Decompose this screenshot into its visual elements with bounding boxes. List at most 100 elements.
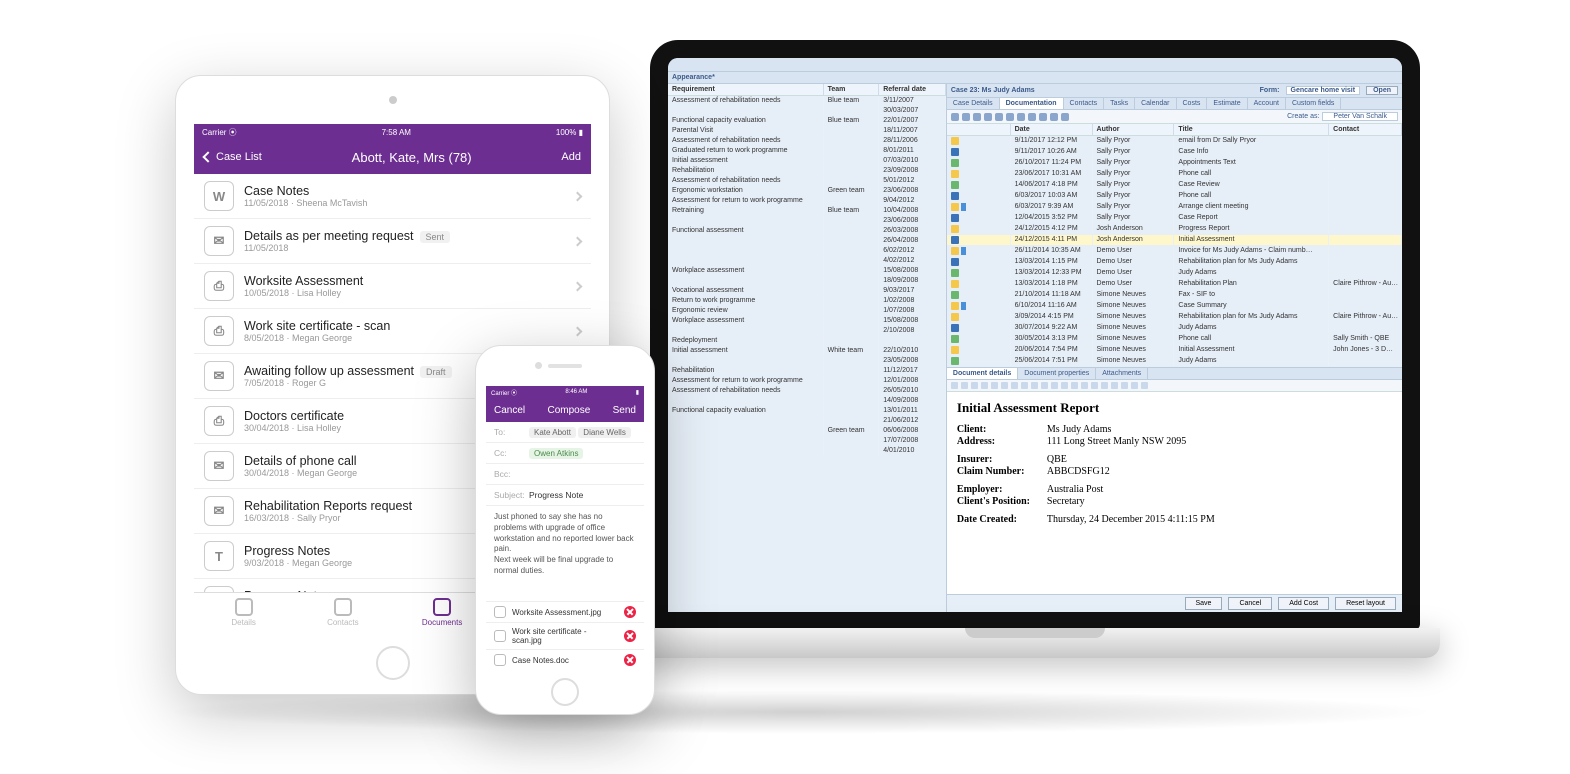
recipient-chip[interactable]: Kate Abott bbox=[529, 427, 576, 438]
rt-icon[interactable] bbox=[1041, 382, 1048, 389]
col-icon[interactable] bbox=[947, 124, 1011, 135]
tab-tasks[interactable]: Tasks bbox=[1104, 98, 1135, 109]
table-row[interactable]: 26/04/2008 bbox=[668, 236, 946, 246]
rt-icon[interactable] bbox=[991, 382, 998, 389]
tab-contacts[interactable]: Contacts bbox=[1064, 98, 1105, 109]
table-row[interactable]: 14/06/2017 4:18 PMSally PryorCase Review bbox=[947, 180, 1402, 191]
rt-icon[interactable] bbox=[1121, 382, 1128, 389]
table-row[interactable]: 13/03/2014 1:18 PMDemo UserRehabilitatio… bbox=[947, 279, 1402, 290]
table-row[interactable]: 26/11/2014 10:35 AMDemo UserInvoice for … bbox=[947, 246, 1402, 257]
table-row[interactable]: 24/12/2015 4:12 PMJosh AndersonProgress … bbox=[947, 224, 1402, 235]
recipient-chip[interactable]: Owen Atkins bbox=[529, 448, 583, 459]
table-row[interactable]: 20/06/2014 7:54 PMSimone NeuvesInitial A… bbox=[947, 345, 1402, 356]
rt-icon[interactable] bbox=[1091, 382, 1098, 389]
tabbar-details[interactable]: Details bbox=[194, 593, 293, 632]
form-select[interactable]: Gencare home visit bbox=[1286, 86, 1361, 95]
send-button[interactable]: Send bbox=[613, 405, 636, 416]
toolbar-icon[interactable] bbox=[962, 113, 970, 121]
table-row[interactable]: 13/03/2014 1:15 PMDemo UserRehabilitatio… bbox=[947, 257, 1402, 268]
reset-layout-button[interactable]: Reset layout bbox=[1335, 597, 1396, 610]
lower-tab-document-details[interactable]: Document details bbox=[947, 368, 1018, 379]
tab-account[interactable]: Account bbox=[1248, 98, 1286, 109]
table-row[interactable]: 3/09/2014 4:15 PMSimone NeuvesRehabilita… bbox=[947, 312, 1402, 323]
table-row[interactable]: 6/10/2014 11:16 AMSimone NeuvesCase Summ… bbox=[947, 301, 1402, 312]
col-title[interactable]: Title bbox=[1174, 124, 1329, 135]
cancel-button[interactable]: Cancel bbox=[1228, 597, 1272, 610]
toolbar-icon[interactable] bbox=[973, 113, 981, 121]
table-row[interactable]: 12/04/2015 3:52 PMSally PryorCase Report bbox=[947, 213, 1402, 224]
table-row[interactable]: Assessment for return to work programme1… bbox=[668, 376, 946, 386]
add-button[interactable]: Add bbox=[561, 151, 581, 163]
table-row[interactable]: Graduated return to work programme8/01/2… bbox=[668, 146, 946, 156]
remove-attachment-icon[interactable] bbox=[624, 630, 636, 642]
add-cost-button[interactable]: Add Cost bbox=[1278, 597, 1329, 610]
toolbar-icon[interactable] bbox=[1028, 113, 1036, 121]
table-row[interactable]: 24/12/2015 4:11 PMJosh AndersonInitial A… bbox=[947, 235, 1402, 246]
rt-icon[interactable] bbox=[1141, 382, 1148, 389]
table-row[interactable]: Ergonomic review1/07/2008 bbox=[668, 306, 946, 316]
toolbar-icon[interactable] bbox=[1017, 113, 1025, 121]
rt-icon[interactable] bbox=[1111, 382, 1118, 389]
subject-field[interactable]: Subject: Progress Note bbox=[486, 485, 644, 506]
toolbar-icon[interactable] bbox=[1006, 113, 1014, 121]
table-row[interactable]: 17/07/2008 bbox=[668, 436, 946, 446]
table-row[interactable]: 25/06/2014 7:51 PMSimone NeuvesJudy Adam… bbox=[947, 356, 1402, 367]
col-author[interactable]: Author bbox=[1093, 124, 1175, 135]
tab-estimate[interactable]: Estimate bbox=[1207, 98, 1247, 109]
tabbar-contacts[interactable]: Contacts bbox=[293, 593, 392, 632]
remove-attachment-icon[interactable] bbox=[624, 606, 636, 618]
table-row[interactable]: 21/06/2012 bbox=[668, 416, 946, 426]
table-row[interactable]: 18/09/2008 bbox=[668, 276, 946, 286]
rt-icon[interactable] bbox=[1081, 382, 1088, 389]
to-field[interactable]: To: Kate Abott Diane Wells bbox=[486, 422, 644, 443]
table-row[interactable]: 23/06/2008 bbox=[668, 216, 946, 226]
table-row[interactable]: Initial assessmentWhite team22/10/2010 bbox=[668, 346, 946, 356]
table-row[interactable]: 4/02/2012 bbox=[668, 256, 946, 266]
table-row[interactable]: Assessment of rehabilitation needsBlue t… bbox=[668, 96, 946, 106]
compose-body[interactable]: Just phoned to say she has no problems w… bbox=[486, 506, 644, 601]
phone-home-button[interactable] bbox=[551, 678, 579, 706]
table-row[interactable]: Functional capacity evaluationBlue team2… bbox=[668, 116, 946, 126]
open-button[interactable]: Open bbox=[1366, 86, 1398, 95]
table-row[interactable]: Vocational assessment9/03/2017 bbox=[668, 286, 946, 296]
attachment-row[interactable]: Worksite Assessment.jpg bbox=[486, 601, 644, 622]
table-row[interactable]: RetrainingBlue team10/04/2008 bbox=[668, 206, 946, 216]
rt-icon[interactable] bbox=[1101, 382, 1108, 389]
tab-calendar[interactable]: Calendar bbox=[1135, 98, 1176, 109]
col-date[interactable]: Date bbox=[1011, 124, 1093, 135]
table-row[interactable]: Redeployment bbox=[668, 336, 946, 346]
table-row[interactable]: Ergonomic workstationGreen team23/06/200… bbox=[668, 186, 946, 196]
attachment-row[interactable]: Case Notes.doc bbox=[486, 649, 644, 670]
table-row[interactable]: Assessment of rehabilitation needs28/11/… bbox=[668, 136, 946, 146]
table-row[interactable]: Return to work programme1/02/2008 bbox=[668, 296, 946, 306]
table-row[interactable]: 30/07/2014 9:22 AMSimone NeuvesJudy Adam… bbox=[947, 323, 1402, 334]
table-row[interactable]: Initial assessment07/03/2010 bbox=[668, 156, 946, 166]
recipient-chip[interactable]: Diane Wells bbox=[578, 427, 631, 438]
rt-icon[interactable] bbox=[1021, 382, 1028, 389]
table-row[interactable]: 6/03/2017 9:39 AMSally PryorArrange clie… bbox=[947, 202, 1402, 213]
table-row[interactable]: Assessment for return to work programme9… bbox=[668, 196, 946, 206]
table-row[interactable]: Functional capacity evaluation13/01/2011 bbox=[668, 406, 946, 416]
col-contact[interactable]: Contact bbox=[1329, 124, 1402, 135]
table-row[interactable]: 6/03/2017 10:03 AMSally PryorPhone call bbox=[947, 191, 1402, 202]
table-row[interactable]: 6/02/2012 bbox=[668, 246, 946, 256]
rt-icon[interactable] bbox=[1001, 382, 1008, 389]
table-row[interactable]: 13/03/2014 12:33 PMDemo UserJudy Adams bbox=[947, 268, 1402, 279]
desktop-ribbon[interactable] bbox=[668, 58, 1402, 72]
list-item[interactable]: ⎙ Worksite Assessment 10/05/2018 · Lisa … bbox=[194, 264, 591, 309]
rt-icon[interactable] bbox=[1031, 382, 1038, 389]
attachment-row[interactable]: Work site certificate - scan.jpg bbox=[486, 622, 644, 649]
table-row[interactable]: Rehabilitation11/12/2017 bbox=[668, 366, 946, 376]
table-row[interactable]: 26/10/2017 11:24 PMSally PryorAppointmen… bbox=[947, 158, 1402, 169]
table-row[interactable]: Parental Visit18/11/2007 bbox=[668, 126, 946, 136]
lower-tab-attachments[interactable]: Attachments bbox=[1096, 368, 1148, 379]
table-row[interactable]: 30/05/2014 3:13 PMSimone NeuvesPhone cal… bbox=[947, 334, 1402, 345]
save-button[interactable]: Save bbox=[1185, 597, 1223, 610]
table-row[interactable]: Rehabilitation23/09/2008 bbox=[668, 166, 946, 176]
table-row[interactable]: 4/01/2010 bbox=[668, 446, 946, 456]
table-row[interactable]: 2/10/2008 bbox=[668, 326, 946, 336]
rt-icon[interactable] bbox=[961, 382, 968, 389]
rt-icon[interactable] bbox=[971, 382, 978, 389]
table-row[interactable]: 23/06/2017 10:31 AMSally PryorPhone call bbox=[947, 169, 1402, 180]
table-row[interactable]: 9/11/2017 10:26 AMSally PryorCase Info bbox=[947, 147, 1402, 158]
